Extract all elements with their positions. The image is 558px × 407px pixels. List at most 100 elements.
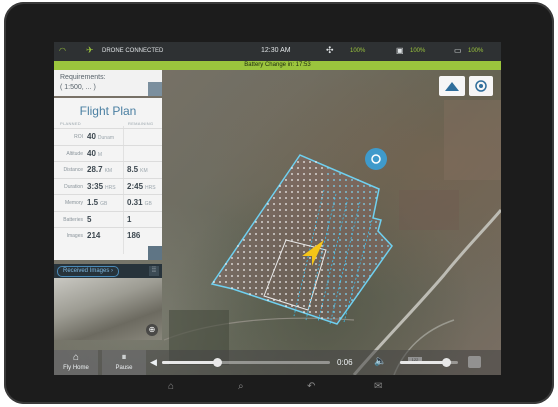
received-images-bar: Received Images › ⁞⁞ <box>54 264 162 278</box>
collapse-corner-icon[interactable] <box>148 246 162 260</box>
waypoint-dot <box>243 245 245 247</box>
remaining-value <box>127 132 129 141</box>
waypoint-dot <box>351 257 353 259</box>
waypoint-dot <box>261 275 263 277</box>
volume-icon[interactable]: 🔈 <box>374 356 386 367</box>
waypoint-dot <box>285 185 287 187</box>
waypoint-dot <box>267 245 269 247</box>
waypoint-dot <box>267 233 269 235</box>
grid-view-icon[interactable]: ⁞⁞ <box>149 266 159 276</box>
row-label: Memory <box>64 200 83 206</box>
waypoint-dot <box>285 281 287 283</box>
waypoint-dot <box>315 167 317 169</box>
row-label: Images <box>66 233 83 239</box>
waypoint-dot <box>375 221 377 223</box>
waypoint-dot <box>255 227 257 229</box>
waypoint-dot <box>309 197 311 199</box>
waypoint-dot <box>261 227 263 229</box>
received-image-thumbnail[interactable]: ⊕ <box>54 278 162 340</box>
progress-slider[interactable] <box>162 358 330 367</box>
progress-fill <box>162 361 218 364</box>
tablet-nav-bar: ⌂ ⌕ ↶ ✉ <box>0 381 558 399</box>
waypoint-dot <box>291 179 293 181</box>
fullscreen-icon[interactable] <box>468 356 481 368</box>
waypoint-dot <box>351 191 353 193</box>
home-marker <box>365 148 387 170</box>
waypoint-dot <box>267 221 269 223</box>
waypoint-dot <box>327 185 329 187</box>
waypoint-dot <box>321 227 323 229</box>
waypoint-dot <box>327 317 329 319</box>
waypoint-dot <box>279 275 281 277</box>
waypoint-dot <box>279 293 281 295</box>
waypoint-dot <box>321 215 323 217</box>
waypoint-dot <box>333 215 335 217</box>
waypoint-dot <box>255 293 257 295</box>
received-images-button[interactable]: Received Images › <box>57 266 120 277</box>
waypoint-dot <box>231 263 233 265</box>
waypoint-dot <box>267 239 269 241</box>
progress-knob[interactable] <box>213 358 223 367</box>
waypoint-dot <box>273 281 275 283</box>
waypoint-dot <box>249 269 251 271</box>
waypoint-dot <box>219 281 221 283</box>
waypoint-dot <box>279 209 281 211</box>
waypoint-dot <box>369 203 371 205</box>
waypoint-dot <box>351 263 353 265</box>
row-label: Altitude <box>66 150 83 157</box>
waypoint-dot <box>351 197 353 199</box>
remaining-value <box>127 149 129 158</box>
waypoint-dot <box>261 239 263 241</box>
waypoint-dot <box>381 251 383 253</box>
waypoint-dot <box>297 179 299 181</box>
fly-home-button[interactable]: ⌂ Fly Home <box>54 350 98 375</box>
drone-connection-status: DRONE CONNECTED <box>102 48 164 54</box>
pause-button[interactable]: ⏸ Pause <box>102 350 146 375</box>
waypoint-dot <box>327 203 329 205</box>
zoom-icon[interactable]: ⊕ <box>146 324 158 336</box>
map-layer-button[interactable] <box>439 76 465 96</box>
volume-knob[interactable] <box>442 358 452 367</box>
waypoint-dot <box>321 305 323 307</box>
volume-slider[interactable] <box>400 358 458 367</box>
waypoint-dot <box>369 191 371 193</box>
waypoint-dot <box>279 257 281 259</box>
home-icon[interactable]: ⌂ <box>168 381 174 392</box>
waypoint-dot <box>351 227 353 229</box>
waypoint-dot <box>327 251 329 253</box>
waypoint-dot <box>261 233 263 235</box>
search-icon[interactable]: ⌕ <box>238 381 244 392</box>
waypoint-dot <box>249 257 251 259</box>
waypoint-dot <box>375 251 377 253</box>
waypoint-dot <box>363 269 365 271</box>
locate-button[interactable] <box>469 76 493 96</box>
waypoint-dot <box>291 191 293 193</box>
waypoint-dot <box>363 275 365 277</box>
waypoint-dot <box>297 215 299 217</box>
waypoint-dot <box>363 215 365 217</box>
waypoint-dot <box>297 167 299 169</box>
waypoint-dot <box>375 239 377 241</box>
waypoint-dot <box>243 257 245 259</box>
rewind-icon[interactable]: ◀ <box>150 357 157 368</box>
waypoint-dot <box>291 293 293 295</box>
waypoint-dot <box>339 311 341 313</box>
back-icon[interactable]: ↶ <box>307 381 315 392</box>
waypoint-dot <box>375 263 377 265</box>
waypoint-dot <box>357 227 359 229</box>
waypoint-dot <box>339 227 341 229</box>
mail-icon[interactable]: ✉ <box>374 381 382 392</box>
waypoint-dot <box>345 263 347 265</box>
waypoint-dot <box>303 263 305 265</box>
waypoint-dot <box>273 209 275 211</box>
flight-plan-panel: Flight Plan PLANNED REMAINING ROI 40 Dunam… <box>54 98 162 260</box>
expand-corner-icon[interactable] <box>148 82 162 96</box>
waypoint-dot <box>339 257 341 259</box>
waypoint-dot <box>327 299 329 301</box>
requirements-panel[interactable]: Requirements: ( 1:500, ... ) <box>54 70 162 96</box>
controller-battery-level: 100% <box>410 48 426 54</box>
waypoint-dot <box>309 203 311 205</box>
waypoint-dot <box>297 221 299 223</box>
waypoint-dot <box>357 233 359 235</box>
waypoint-dot <box>255 275 257 277</box>
